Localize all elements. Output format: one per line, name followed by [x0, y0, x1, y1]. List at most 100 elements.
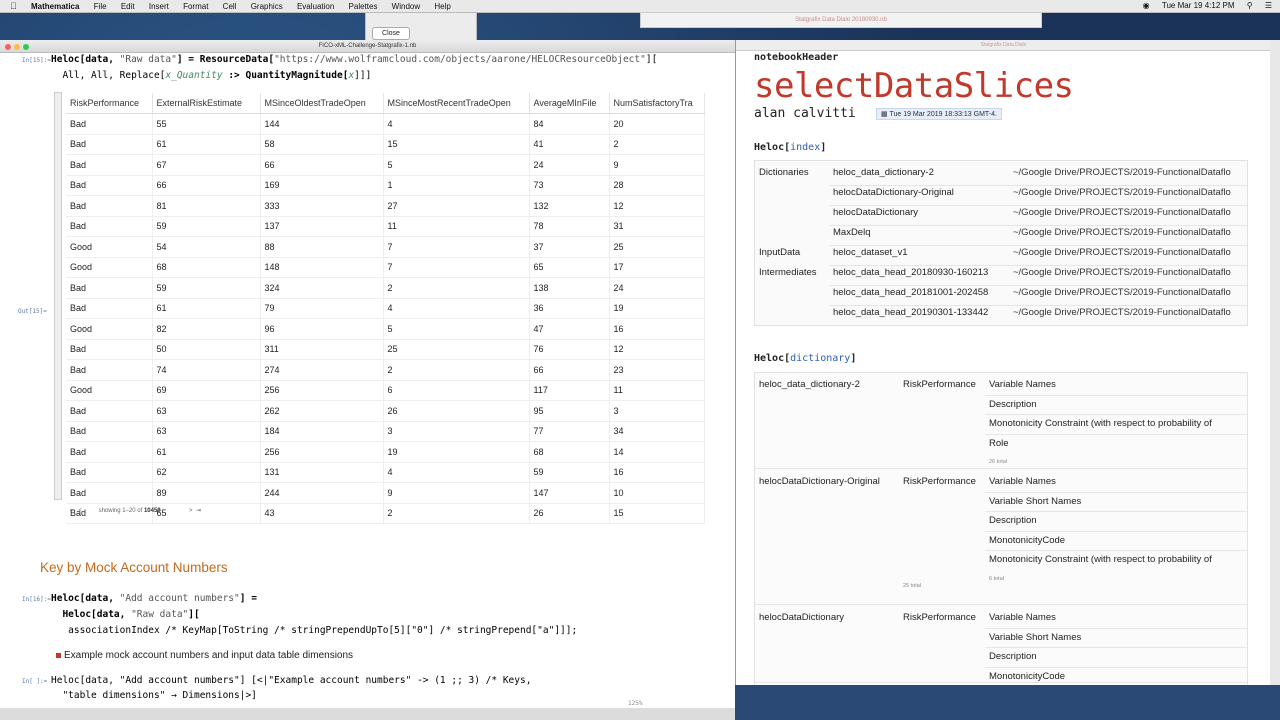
code-string: "Raw data" — [131, 609, 189, 620]
background-window-title[interactable]: Statgrafix Data Dialo 20180930.nb — [640, 12, 1042, 28]
index-item-path[interactable]: ~/Google Drive/PROJECTS/2019-FunctionalD… — [1013, 247, 1231, 258]
table-cell: Bad — [66, 195, 153, 217]
index-item-path[interactable]: ~/Google Drive/PROJECTS/2019-FunctionalD… — [1013, 207, 1231, 218]
dictionary-name[interactable]: helocDataDictionary-Original — [759, 476, 880, 487]
dictionary-field[interactable]: Description — [989, 651, 1037, 662]
code-line[interactable]: Heloc[data, "Add account numbers"] [<|"E… — [51, 675, 531, 686]
index-item-name[interactable]: heloc_data_dictionary-2 — [833, 167, 934, 178]
dictionary-field[interactable]: Variable Names — [989, 476, 1056, 487]
close-button[interactable]: Close — [372, 27, 410, 40]
index-item-name[interactable]: heloc_data_head_20190301-133442 — [833, 307, 988, 318]
close-window-icon[interactable] — [5, 44, 11, 50]
first-page-icon[interactable]: ⇤ — [70, 508, 75, 514]
code-line[interactable]: "table dimensions" → Dimensions|>] — [51, 690, 256, 701]
table-cell: 9 — [383, 482, 530, 504]
last-page-icon[interactable]: ⇥ — [196, 508, 201, 514]
column-header[interactable]: ExternalRiskEstimate — [152, 93, 261, 114]
table-cell: 4 — [383, 462, 530, 483]
table-row-scroll[interactable] — [54, 92, 62, 500]
index-item-name[interactable]: helocDataDictionary — [833, 207, 918, 218]
search-icon[interactable]: ⚲ — [1247, 1, 1253, 10]
left-window-titlebar[interactable]: FICO-xML-Challenge-Statgrafix-1.nb — [0, 40, 735, 53]
column-header[interactable]: NumSatisfactoryTra — [609, 93, 705, 114]
table-cell: 63 — [152, 400, 261, 422]
index-item-path[interactable]: ~/Google Drive/PROJECTS/2019-FunctionalD… — [1013, 227, 1231, 238]
dictionary-field[interactable]: Variable Names — [989, 612, 1056, 623]
menu-graphics[interactable]: Graphics — [251, 1, 283, 13]
menu-format[interactable]: Format — [183, 1, 208, 13]
code-line[interactable]: Heloc[data, "Add account numbers"] = — [51, 593, 257, 604]
table-cell: 31 — [609, 216, 705, 237]
table-cell: 61 — [152, 134, 261, 155]
table-cell: 147 — [529, 482, 610, 504]
bullet-text-cell[interactable]: Example mock account numbers and input d… — [56, 650, 353, 661]
zoom-window-icon[interactable] — [23, 44, 29, 50]
right-window-titlebar[interactable]: Statgrafix Data Dialo — [736, 40, 1271, 51]
column-header[interactable]: MSinceMostRecentTradeOpen — [383, 93, 530, 114]
dictionary-field[interactable]: Description — [989, 515, 1037, 526]
table-cell: 26 — [383, 400, 530, 422]
dictionary-field[interactable]: Role — [989, 438, 1009, 449]
dictionary-total[interactable]: 26 total — [989, 459, 1007, 465]
menu-cell[interactable]: Cell — [223, 1, 237, 13]
menu-evaluation[interactable]: Evaluation — [297, 1, 334, 13]
dictionary-name[interactable]: helocDataDictionary — [759, 612, 844, 623]
dictionary-field[interactable]: Variable Short Names — [989, 632, 1081, 643]
wifi-icon[interactable]: ◉ — [1143, 1, 1150, 10]
index-head-fn: Heloc[ — [754, 142, 791, 153]
dictionary-key[interactable]: RiskPerformance — [903, 612, 976, 623]
dictionary-key[interactable]: RiskPerformance — [903, 476, 976, 487]
zoom-level[interactable]: 125% — [628, 700, 642, 707]
index-item-path[interactable]: ~/Google Drive/PROJECTS/2019-FunctionalD… — [1013, 167, 1231, 178]
dictionary-field[interactable]: Variable Names — [989, 379, 1056, 390]
table-row: Bad 63 184 3 77 34 — [66, 421, 705, 442]
table-cell: 311 — [260, 339, 384, 360]
table-row: Good 54 88 7 37 25 — [66, 236, 705, 258]
right-scrollbar[interactable] — [1270, 40, 1280, 685]
index-item-path[interactable]: ~/Google Drive/PROJECTS/2019-FunctionalD… — [1013, 287, 1231, 298]
index-item-name[interactable]: MaxDelq — [833, 227, 871, 238]
dictionary-field[interactable]: Variable Short Names — [989, 496, 1081, 507]
index-item-path[interactable]: ~/Google Drive/PROJECTS/2019-FunctionalD… — [1013, 267, 1231, 278]
menubar-status: ◉ Tue Mar 19 4:12 PM ⚲ ☰ — [1133, 0, 1272, 12]
prev-page-icon[interactable]: < — [78, 508, 82, 514]
code-line[interactable]: All, All, Replace[x_Quantity :> Quantity… — [51, 70, 371, 81]
index-item-name[interactable]: heloc_dataset_v1 — [833, 247, 907, 258]
menu-edit[interactable]: Edit — [121, 1, 135, 13]
dictionary-total[interactable]: 6 total — [989, 576, 1004, 582]
column-header[interactable]: RiskPerformance — [66, 93, 153, 114]
code-line[interactable]: Heloc[data, "Raw data"][ — [51, 609, 199, 620]
dictionary-field[interactable]: Monotonicity Constraint (with respect to… — [989, 554, 1212, 565]
index-item-name[interactable]: heloc_data_head_20181001-202458 — [833, 287, 988, 298]
index-item-path[interactable]: ~/Google Drive/PROJECTS/2019-FunctionalD… — [1013, 187, 1231, 198]
dictionary-total[interactable]: 25 total — [903, 583, 921, 589]
column-header[interactable]: MSinceOldestTradeOpen — [260, 93, 384, 114]
menu-insert[interactable]: Insert — [149, 1, 169, 13]
minimize-window-icon[interactable] — [14, 44, 20, 50]
menu-file[interactable]: File — [94, 1, 107, 13]
code-line[interactable]: associationIndex /* KeyMap[ToString /* s… — [51, 625, 577, 636]
table-cell: 96 — [260, 318, 384, 340]
dictionary-field[interactable]: Description — [989, 399, 1037, 410]
menu-app-name[interactable]: Mathematica — [31, 1, 79, 13]
index-grid-rows: Dictionaries heloc_data_dictionary-2 ~/Goo… — [755, 161, 1247, 325]
apple-menu-icon[interactable]:  — [10, 0, 17, 12]
dictionary-field[interactable]: MonotonicityCode — [989, 535, 1065, 546]
index-item-name[interactable]: heloc_data_head_20180930-160213 — [833, 267, 988, 278]
index-item-name[interactable]: helocDataDictionary-Original — [833, 187, 954, 198]
column-header[interactable]: AverageMInFile — [529, 93, 610, 114]
dictionary-field[interactable]: Monotonicity Constraint (with respect to… — [989, 418, 1212, 429]
table-cell: 27 — [383, 195, 530, 217]
dictionary-key[interactable]: RiskPerformance — [903, 379, 976, 390]
table-cell: 78 — [529, 216, 610, 237]
table-cell: 5 — [383, 154, 530, 176]
menu-list-icon[interactable]: ☰ — [1265, 1, 1272, 10]
code-line[interactable]: Heloc[data, "Raw data"] = ResourceData["… — [51, 54, 657, 65]
dictionary-name[interactable]: heloc_data_dictionary-2 — [759, 379, 860, 390]
clock[interactable]: Tue Mar 19 4:12 PM — [1162, 1, 1235, 10]
next-page-icon[interactable]: > — [189, 508, 193, 514]
dictionary-field[interactable]: MonotonicityCode — [989, 671, 1065, 682]
index-item-path[interactable]: ~/Google Drive/PROJECTS/2019-FunctionalD… — [1013, 307, 1231, 318]
table-cell: 2 — [609, 134, 705, 155]
table-row: Bad 81 333 27 132 12 — [66, 195, 705, 217]
